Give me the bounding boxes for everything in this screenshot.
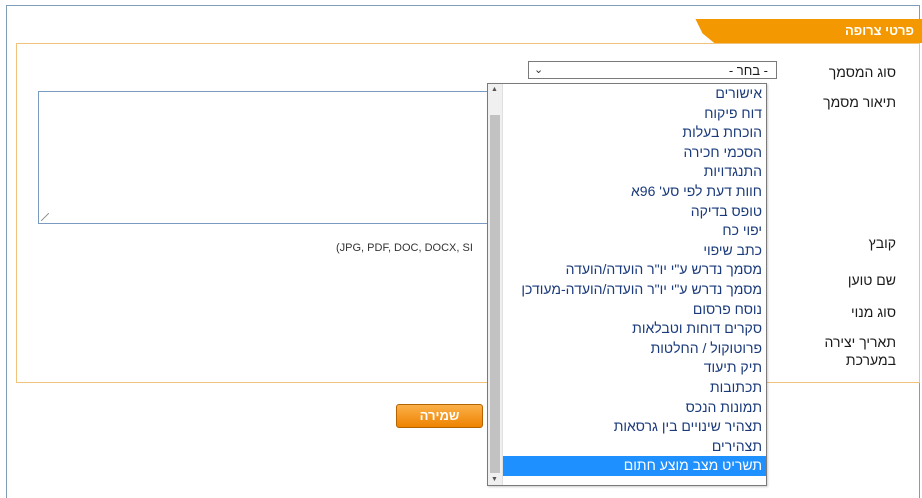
- creation-date-label-line1: תאריך יצירה: [824, 334, 896, 350]
- appointment-type-label: סוג מנוי: [851, 304, 896, 320]
- doc-type-label: סוג המסמך: [828, 64, 896, 80]
- dropdown-option[interactable]: סקרים דוחות וטבלאות: [503, 319, 766, 339]
- uploader-name-label: שם טוען: [847, 272, 896, 288]
- scroll-thumb[interactable]: [490, 115, 500, 473]
- doc-type-selected-value: - בחר -: [728, 63, 768, 78]
- dropdown-option[interactable]: תצהירים: [503, 437, 766, 457]
- dropdown-scrollbar[interactable]: ▲ ▼: [488, 84, 503, 485]
- dropdown-option[interactable]: אישורים: [503, 84, 766, 104]
- section-tab: פרטי צרופה: [695, 19, 922, 43]
- dropdown-option[interactable]: דוח פיקוח: [503, 104, 766, 124]
- scroll-down-icon[interactable]: ▼: [491, 476, 498, 483]
- doc-description-label: תיאור מסמך: [823, 94, 896, 110]
- dropdown-option[interactable]: פרוטוקול / החלטות: [503, 339, 766, 359]
- file-label: קובץ: [868, 235, 896, 251]
- dropdown-option[interactable]: כתב שיפוי: [503, 241, 766, 261]
- dropdown-option[interactable]: תיק תיעוד: [503, 358, 766, 378]
- dropdown-option[interactable]: תמונות הנכס: [503, 398, 766, 418]
- doc-type-dropdown-list[interactable]: ▲ ▼ אישורים דוח פיקוח הוכחת בעלות הסכמי חכי…: [487, 83, 767, 486]
- dropdown-option[interactable]: הסכמי חכירה: [503, 143, 766, 163]
- scroll-up-icon[interactable]: ▲: [491, 86, 498, 93]
- dropdown-option[interactable]: התנגדויות: [503, 162, 766, 182]
- dropdown-option[interactable]: מסמך נדרש ע"י יו"ר הועדה/הועדה-מעודכן: [503, 280, 766, 300]
- dropdown-option[interactable]: נוסח פרסום: [503, 300, 766, 320]
- doc-type-select[interactable]: - בחר - ⌄: [528, 61, 777, 79]
- doc-description-textarea[interactable]: [38, 91, 494, 224]
- section-title: פרטי צרופה: [844, 23, 914, 38]
- save-button[interactable]: שמירה: [396, 404, 483, 428]
- dropdown-option[interactable]: טופס בדיקה: [503, 202, 766, 222]
- file-types-hint: (JPG, PDF, DOC, DOCX, SI: [336, 242, 473, 254]
- dropdown-option[interactable]: תצהיר שינויים בין גרסאות: [503, 417, 766, 437]
- chevron-down-icon: ⌄: [534, 64, 544, 76]
- dropdown-options: אישורים דוח פיקוח הוכחת בעלות הסכמי חכירה הת…: [503, 84, 766, 476]
- dropdown-option[interactable]: תכתובות: [503, 378, 766, 398]
- dropdown-option[interactable]: יפוי כח: [503, 221, 766, 241]
- dropdown-option[interactable]: מסמך נדרש ע"י יו"ר הועדה/הועדה: [503, 260, 766, 280]
- dropdown-option[interactable]: תשריט מצב מוצע חתום: [503, 456, 766, 476]
- resize-grip-icon[interactable]: [41, 213, 49, 221]
- creation-date-label-line2: במערכת: [845, 352, 896, 368]
- dropdown-option[interactable]: חוות דעת לפי סע' 96א: [503, 182, 766, 202]
- dropdown-option[interactable]: הוכחת בעלות: [503, 123, 766, 143]
